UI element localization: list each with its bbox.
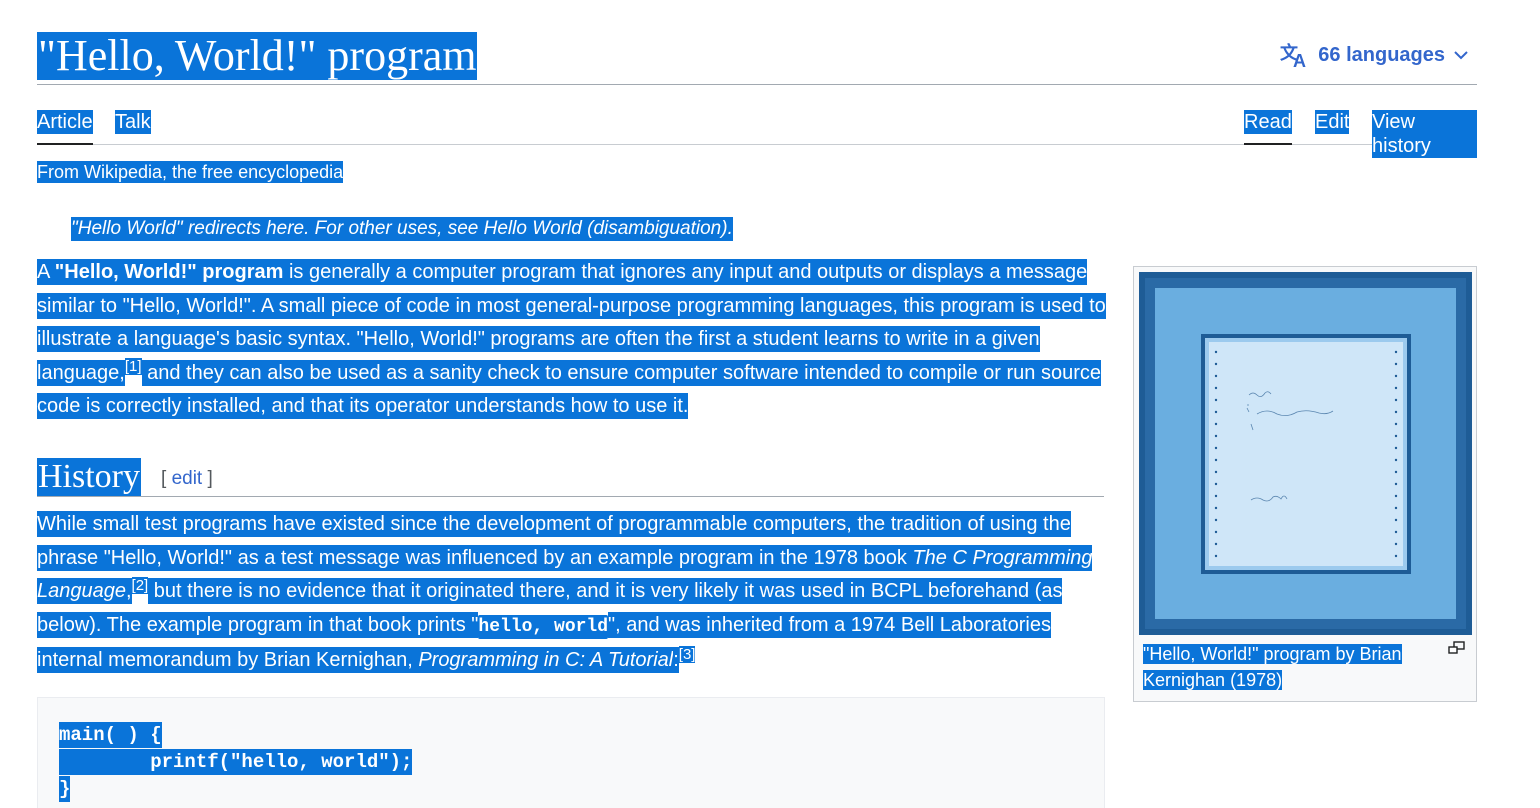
hatnote[interactable]: "Hello World" redirects here. For other … <box>71 217 733 241</box>
title-bar: "Hello, World!" program 文 A 66 languages <box>37 30 1477 85</box>
languages-label: 66 languages <box>1318 43 1445 66</box>
edit-bracket-open: [ <box>161 468 172 489</box>
edit-bracket-close: ] <box>202 468 213 489</box>
tab-edit[interactable]: Edit <box>1315 110 1350 134</box>
history-paragraph: While small test programs have existed s… <box>37 508 1107 678</box>
history-colon: : <box>673 647 679 674</box>
framed-manuscript-image[interactable] <box>1139 272 1472 635</box>
code-line: } <box>59 776 71 802</box>
figure-caption: "Hello, World!" program by Brian Kernigh… <box>1143 641 1433 693</box>
section-edit-link[interactable]: edit <box>172 468 203 489</box>
reference-2[interactable]: [2] <box>131 576 149 594</box>
code-block: main( ) { printf("hello, world"); } <box>37 697 1105 808</box>
tab-talk[interactable]: Talk <box>115 110 151 134</box>
intro-tail: and they can also be used as a sanity ch… <box>37 359 1101 420</box>
languages-button[interactable]: 文 A 66 languages <box>1280 42 1469 68</box>
site-tagline: From Wikipedia, the free encyclopedia <box>37 161 344 183</box>
inline-code: hello, world <box>478 614 609 639</box>
tab-read[interactable]: Read <box>1244 110 1292 145</box>
page-title: "Hello, World!" program <box>37 31 478 80</box>
infobox-figure: "Hello, World!" program by Brian Kernigh… <box>1133 266 1477 702</box>
history-heading: History [ edit ] <box>37 456 1104 497</box>
intro-bold-term: "Hello, World!" program <box>54 259 284 285</box>
reference-3[interactable]: [3] <box>678 645 696 663</box>
history-comma: , <box>125 578 132 605</box>
translate-icon: 文 A <box>1280 42 1310 68</box>
enlarge-icon[interactable] <box>1448 641 1466 655</box>
svg-text:A: A <box>1293 51 1306 68</box>
intro-lead: A <box>37 259 55 285</box>
section-edit: [ edit ] <box>161 468 213 490</box>
reference-1[interactable]: [1] <box>124 358 142 376</box>
intro-paragraph: A "Hello, World!" program is generally a… <box>37 256 1109 424</box>
memo-title: Programming in C: A Tutorial <box>418 647 674 674</box>
tab-article[interactable]: Article <box>37 110 93 145</box>
code-line: main( ) { <box>59 722 162 748</box>
chevron-down-icon <box>1453 49 1469 61</box>
code-line: printf("hello, world"); <box>59 749 413 775</box>
figure-caption-text: "Hello, World!" program by Brian Kernigh… <box>1143 644 1402 690</box>
page-tabs: Article Talk Read Edit View history <box>37 100 1477 158</box>
wiki-page: "Hello, World!" program 文 A 66 languages… <box>0 0 1540 808</box>
tab-view-history[interactable]: View history <box>1372 110 1477 158</box>
history-title: History <box>37 458 141 496</box>
